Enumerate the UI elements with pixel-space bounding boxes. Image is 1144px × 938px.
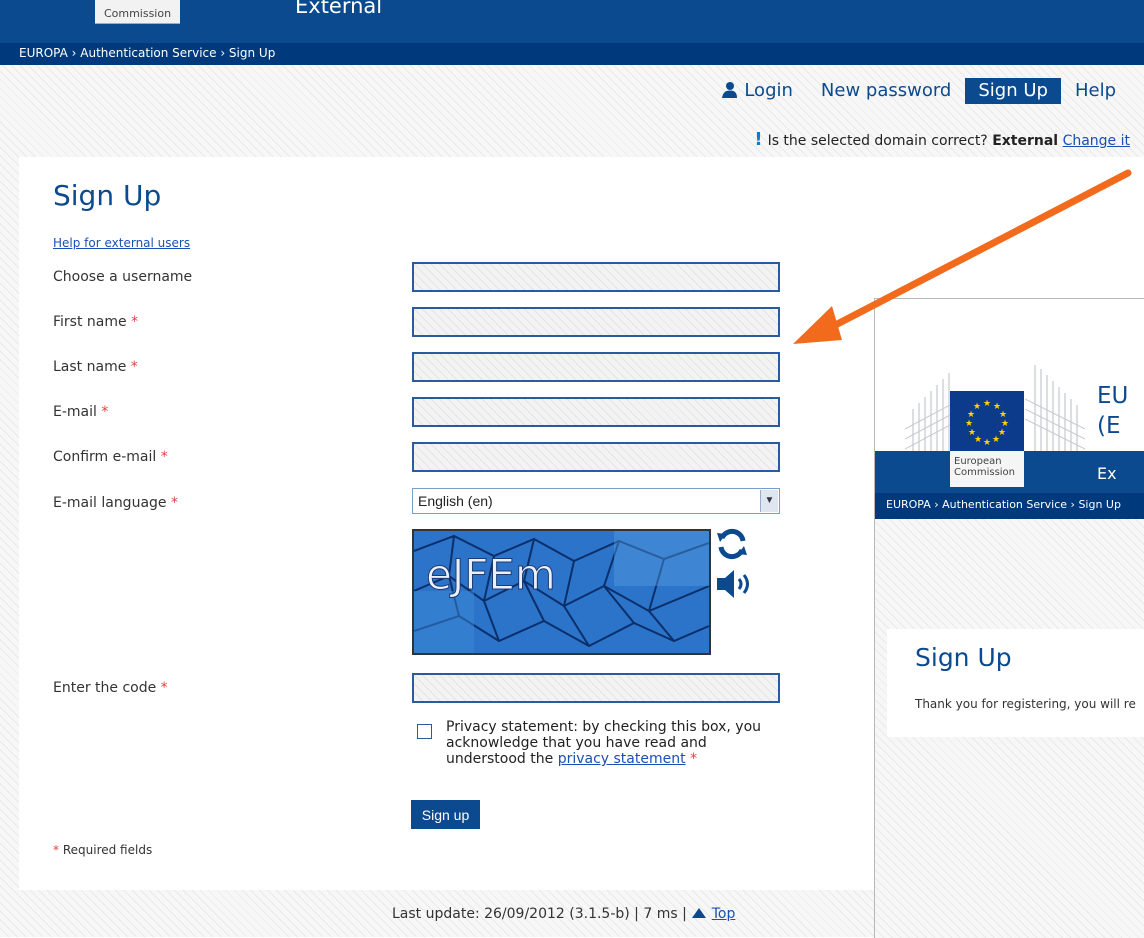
email-language-select[interactable]: English (en) ▼	[412, 488, 780, 514]
captcha-text: eJFEm	[426, 550, 556, 599]
page-title: Sign Up	[53, 179, 162, 212]
refresh-icon[interactable]	[715, 527, 749, 561]
email-input[interactable]	[412, 397, 780, 427]
registration-message: Thank you for registering, you will re	[915, 697, 1136, 711]
breadcrumb-text: EUROPA › Authentication Service › Sign U…	[19, 46, 276, 60]
selected-domain: External	[992, 133, 1059, 149]
username-input[interactable]	[412, 262, 780, 292]
email-label: E-mail *	[53, 404, 109, 420]
email-row: E-mail *	[53, 397, 783, 429]
commission-logo-tab: Commission	[95, 0, 180, 24]
eu-flag-icon: ★ ★ ★ ★ ★ ★ ★ ★ ★ ★ ★ ★	[950, 391, 1024, 451]
email-language-row: E-mail language * English (en) ▼	[53, 488, 783, 520]
exclamation-icon: !	[754, 129, 763, 150]
captcha-image: eJFEm	[412, 529, 711, 655]
overlay-domain-title: Ex	[1097, 464, 1117, 483]
domain-check: ! Is the selected domain correct? Externa…	[754, 129, 1130, 150]
first-name-input[interactable]	[412, 307, 780, 337]
svg-text:★: ★	[973, 402, 981, 412]
nav-sign-up[interactable]: Sign Up	[965, 78, 1061, 104]
svg-text:★: ★	[992, 435, 1000, 445]
last-name-input[interactable]	[412, 352, 780, 382]
confirm-email-label: Confirm e-mail *	[53, 449, 168, 465]
required-fields-note: * Required fields	[53, 843, 153, 857]
email-language-label: E-mail language *	[53, 495, 178, 511]
username-label: Choose a username	[53, 269, 193, 285]
overlay-commission-label: European Commission	[950, 451, 1024, 487]
top-navigation: Login New password Sign Up Help	[707, 78, 1130, 104]
domain-title: External	[295, 0, 383, 18]
nav-login[interactable]: Login	[707, 78, 807, 104]
overlay-site-title: EU (E	[1097, 383, 1129, 439]
confirmation-window: ★ ★ ★ ★ ★ ★ ★ ★ ★ ★ ★ ★ EU (E European Commissio…	[874, 298, 1144, 938]
change-domain-link[interactable]: Change it	[1063, 133, 1130, 149]
first-name-row: First name *	[53, 307, 783, 339]
nav-new-password[interactable]: New password	[807, 78, 965, 104]
svg-text:★: ★	[968, 428, 976, 438]
chevron-down-icon[interactable]: ▼	[760, 490, 778, 512]
username-row: Choose a username	[53, 262, 783, 294]
code-row: Enter the code *	[53, 673, 783, 705]
overlay-header: ★ ★ ★ ★ ★ ★ ★ ★ ★ ★ ★ ★ EU (E	[875, 299, 1144, 451]
code-input[interactable]	[412, 673, 780, 703]
code-label: Enter the code *	[53, 680, 168, 696]
triangle-up-icon	[692, 908, 707, 918]
confirm-email-row: Confirm e-mail *	[53, 442, 783, 474]
audio-icon[interactable]	[715, 567, 765, 601]
nav-login-label: Login	[744, 80, 793, 101]
help-external-users-link[interactable]: Help for external users	[53, 236, 190, 250]
svg-text:★: ★	[965, 419, 973, 429]
domain-question: Is the selected domain correct?	[767, 133, 988, 149]
svg-text:★: ★	[983, 399, 991, 409]
overlay-breadcrumb: EUROPA › Authentication Service › Sign U…	[875, 493, 1144, 519]
last-name-label: Last name *	[53, 359, 138, 375]
first-name-label: First name *	[53, 314, 139, 330]
privacy-statement-link[interactable]: privacy statement	[558, 751, 686, 767]
top-link[interactable]: Top	[712, 906, 736, 922]
breadcrumb: EUROPA › Authentication Service › Sign U…	[0, 43, 1144, 65]
overlay-content: Sign Up Thank you for registering, you w…	[887, 629, 1144, 737]
privacy-text: Privacy statement: by checking this box,…	[446, 719, 762, 767]
overlay-heading: Sign Up	[915, 643, 1012, 672]
site-header-bar: Commission External	[0, 0, 1144, 43]
confirm-email-input[interactable]	[412, 442, 780, 472]
user-icon	[722, 82, 738, 98]
email-language-value: English (en)	[418, 493, 493, 509]
footer-text: Last update: 26/09/2012 (3.1.5-b) | 7 ms…	[392, 906, 736, 922]
privacy-checkbox[interactable]	[417, 724, 432, 739]
sign-up-button[interactable]: Sign up	[411, 800, 480, 829]
svg-text:★: ★	[983, 438, 991, 448]
nav-help[interactable]: Help	[1061, 78, 1130, 104]
last-name-row: Last name *	[53, 352, 783, 384]
